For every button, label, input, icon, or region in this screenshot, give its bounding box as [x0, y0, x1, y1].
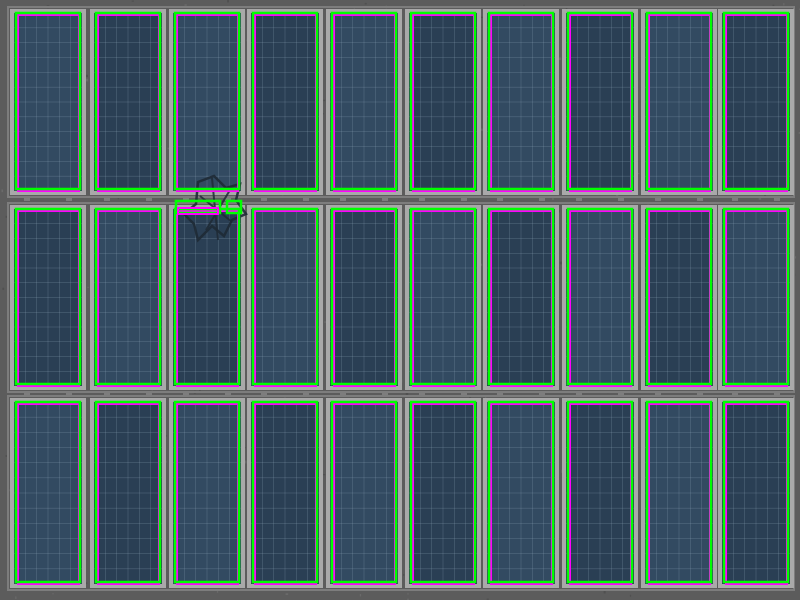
solar-panel: [90, 398, 166, 588]
solar-panel: [326, 398, 402, 588]
solar-panel: [483, 205, 559, 390]
solar-panel: [10, 9, 86, 195]
ground-speck: [364, 2, 367, 5]
ground-speck: [359, 594, 362, 597]
ground-speck: [2, 287, 5, 290]
ground-speck: [86, 74, 88, 77]
solar-panel: [10, 205, 86, 390]
mount-clip: [146, 197, 152, 201]
mount-clip: [461, 197, 467, 201]
ground-speck: [322, 474, 326, 476]
solar-panel: [641, 398, 717, 588]
solar-panel: [247, 205, 323, 390]
mount-clip: [382, 197, 388, 201]
ground-speck: [323, 99, 326, 102]
mount-clip: [618, 197, 624, 201]
ground-speck: [52, 592, 54, 595]
solar-panel: [247, 398, 323, 588]
mount-clip: [104, 197, 110, 201]
mount-clip: [774, 197, 780, 201]
ground-speck: [85, 78, 89, 82]
solar-panel: [405, 9, 481, 195]
mount-clip: [419, 197, 425, 201]
ground-speck: [523, 4, 525, 6]
ground-speck: [87, 286, 89, 288]
mount-clip: [539, 197, 545, 201]
solar-panel: [405, 398, 481, 588]
solar-panel: [562, 398, 638, 588]
panel-array: [7, 6, 795, 591]
solar-panel: [10, 398, 86, 588]
solar-panel: [169, 398, 245, 588]
solar-panel: [247, 9, 323, 195]
ground-speck: [131, 0, 134, 2]
mount-clip: [340, 197, 346, 201]
solar-panel: [90, 205, 166, 390]
mount-clip: [732, 197, 738, 201]
solar-panel: [641, 9, 717, 195]
ground-speck: [603, 590, 606, 594]
ground-speck: [481, 128, 483, 131]
ground-speck: [1, 189, 4, 193]
solar-panel: [169, 9, 245, 195]
ground-speck: [629, 594, 632, 597]
ground-speck: [403, 574, 405, 576]
solar-panel: [90, 9, 166, 195]
mount-clip: [66, 197, 72, 201]
mount-clip: [655, 197, 661, 201]
ground-speck: [758, 197, 762, 200]
solar-array-scene: [0, 0, 800, 600]
solar-panel: [562, 9, 638, 195]
ground-speck: [559, 261, 562, 265]
solar-panel: [483, 398, 559, 588]
solar-panel: [718, 398, 794, 588]
mount-clip: [303, 197, 309, 201]
ground-speck: [407, 592, 409, 595]
mount-clip: [24, 197, 30, 201]
mount-clip: [697, 197, 703, 201]
solar-panel: [326, 205, 402, 390]
ground-speck: [285, 593, 289, 595]
ground-speck: [15, 596, 17, 599]
ground-speck: [227, 0, 229, 3]
mount-clip: [576, 197, 582, 201]
solar-panel: [405, 205, 481, 390]
mount-clip: [261, 197, 267, 201]
ground-speck: [638, 173, 640, 174]
solar-panel: [483, 9, 559, 195]
solar-panel: [718, 9, 794, 195]
solar-panel: [641, 205, 717, 390]
ground-speck: [783, 3, 785, 6]
solar-panel: [718, 205, 794, 390]
solar-panel: [326, 9, 402, 195]
solar-panel: [562, 205, 638, 390]
ground-speck: [184, 4, 187, 6]
mount-clip: [497, 197, 503, 201]
